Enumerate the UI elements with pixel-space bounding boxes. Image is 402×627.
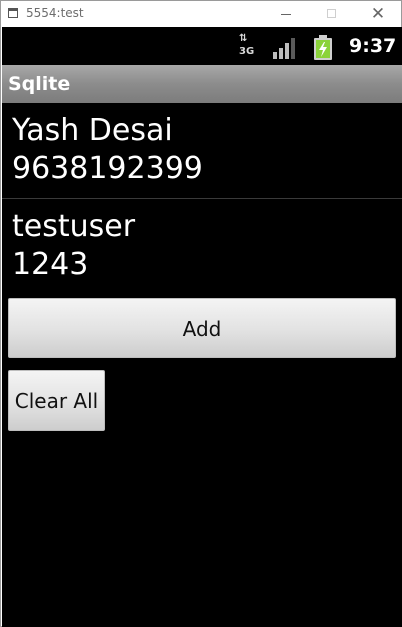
app-window-icon bbox=[8, 8, 18, 18]
close-button[interactable]: ✕ bbox=[355, 1, 401, 27]
status-bar: ⇅ 3G 9:37 bbox=[2, 27, 402, 65]
app-title: Sqlite bbox=[8, 73, 71, 95]
action-bar: Sqlite bbox=[2, 65, 402, 103]
status-clock: 9:37 bbox=[349, 35, 397, 57]
list-item[interactable]: Yash Desai 9638192399 bbox=[2, 103, 402, 199]
network-type-label: 3G bbox=[239, 46, 255, 57]
minimize-button[interactable] bbox=[263, 1, 309, 27]
add-button[interactable]: Add bbox=[8, 298, 396, 358]
signal-strength-icon bbox=[273, 38, 295, 59]
contact-name: testuser bbox=[12, 209, 136, 244]
battery-charging-icon bbox=[314, 35, 332, 60]
android-screen: ⇅ 3G 9:37 Sqlite Yash Desai 9638192399 t… bbox=[2, 27, 402, 627]
network-3g-icon: ⇅ 3G bbox=[237, 33, 257, 60]
window-title: 5554:test bbox=[26, 6, 84, 20]
minimize-icon bbox=[281, 14, 291, 15]
maximize-icon bbox=[327, 9, 336, 18]
data-arrows-icon: ⇅ bbox=[239, 33, 247, 44]
maximize-button[interactable] bbox=[309, 1, 355, 27]
list-item[interactable]: testuser 1243 bbox=[2, 199, 402, 295]
contact-list: Yash Desai 9638192399 testuser 1243 bbox=[2, 103, 402, 295]
contact-phone: 1243 bbox=[12, 247, 89, 282]
emulator-window: 5554:test ✕ ⇅ 3G 9:37 Sqlite Yash Desai … bbox=[0, 0, 402, 627]
window-titlebar[interactable]: 5554:test ✕ bbox=[1, 1, 401, 27]
contact-phone: 9638192399 bbox=[12, 151, 203, 186]
close-icon: ✕ bbox=[370, 4, 386, 24]
clear-all-button[interactable]: Clear All bbox=[8, 370, 105, 431]
contact-name: Yash Desai bbox=[12, 113, 173, 148]
